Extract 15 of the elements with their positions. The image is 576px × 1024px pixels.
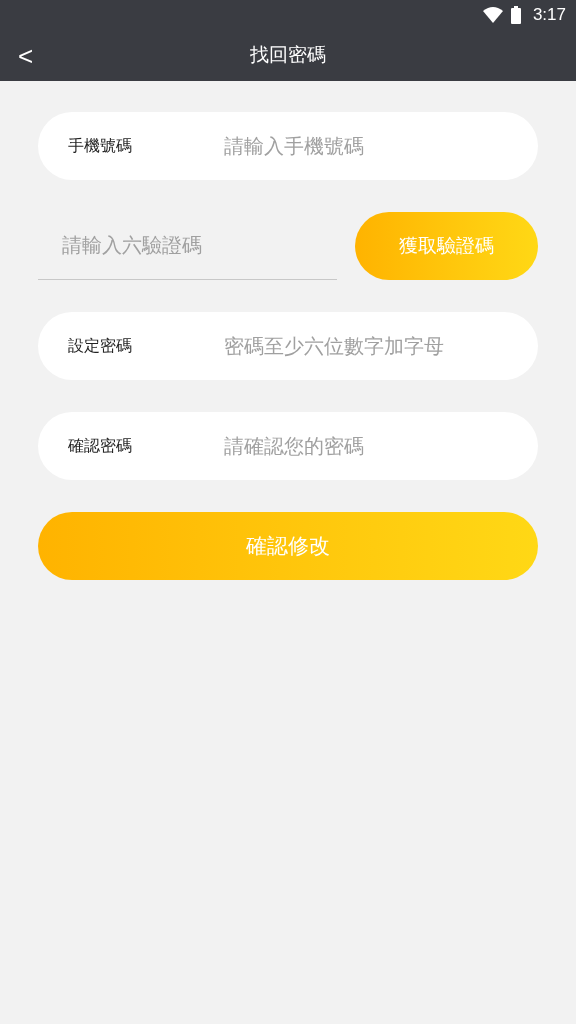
form-field[interactable]: 設定密碼 密碼至少六位數字加字母 — [38, 312, 538, 380]
form-field[interactable]: 手機號碼 請輸入手機號碼 — [38, 112, 538, 180]
page-title: 找回密碼 — [250, 43, 326, 68]
wifi-icon — [482, 7, 503, 23]
text-input[interactable]: 密碼至少六位數字加字母 — [224, 331, 508, 361]
text-input[interactable]: 請確認您的密碼 — [224, 431, 508, 461]
field-label: 確認密碼 — [68, 436, 133, 456]
form-field[interactable]: 確認密碼 請確認您的密碼 — [38, 412, 538, 480]
field-label: 設定密碼 — [68, 336, 133, 356]
back-button[interactable]: < — [12, 42, 40, 69]
field-label: 手機號碼 — [68, 136, 133, 156]
code-input-field[interactable]: 請輸入六驗證碼 — [38, 212, 337, 280]
text-input[interactable]: 請輸入手機號碼 — [224, 131, 508, 161]
status-time: 3:17 — [532, 4, 566, 27]
battery-icon — [510, 6, 521, 24]
